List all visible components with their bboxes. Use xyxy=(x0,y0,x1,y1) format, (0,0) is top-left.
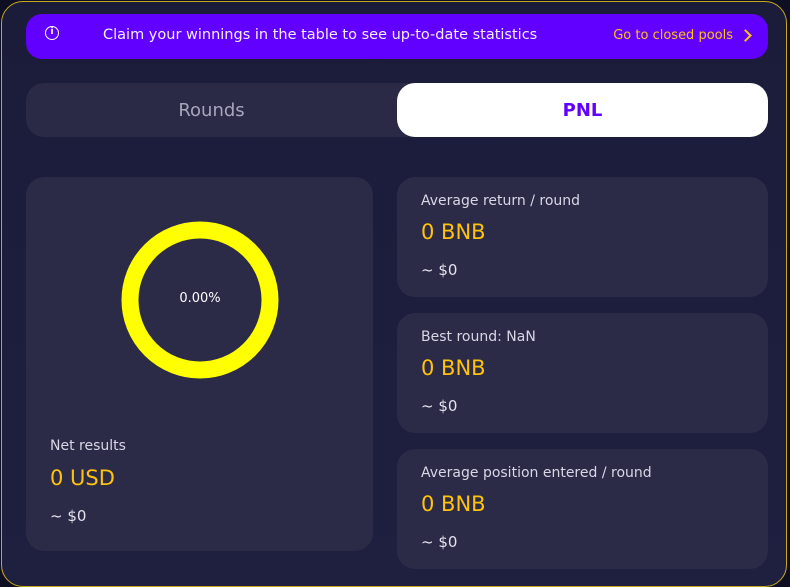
stat-value: 0 BNB xyxy=(421,220,486,244)
stat-value: 0 BNB xyxy=(421,492,486,516)
donut-percent-label: 0.00% xyxy=(179,291,221,306)
net-results-title: Net results xyxy=(50,438,126,454)
info-icon: i xyxy=(45,26,59,40)
stat-usd: ~ $0 xyxy=(421,397,458,415)
tab-rounds[interactable]: Rounds xyxy=(26,83,397,137)
net-results-card: 0.00% Net results 0 USD ~ $0 xyxy=(26,177,373,551)
banner-link-label: Go to closed pools xyxy=(613,28,733,43)
pnl-panel: i Claim your winnings in the table to se… xyxy=(1,1,787,587)
average-position-card: Average position entered / round 0 BNB ~… xyxy=(397,449,768,569)
stat-title: Average position entered / round xyxy=(421,465,652,481)
net-results-value: 0 USD xyxy=(50,466,115,490)
stat-usd: ~ $0 xyxy=(421,533,458,551)
banner-text: Claim your winnings in the table to see … xyxy=(103,27,538,43)
chevron-right-icon xyxy=(739,29,752,42)
stat-value: 0 BNB xyxy=(421,356,486,380)
best-round-card: Best round: NaN 0 BNB ~ $0 xyxy=(397,313,768,433)
stat-usd: ~ $0 xyxy=(421,261,458,279)
net-results-usd: ~ $0 xyxy=(50,507,87,525)
stat-title: Best round: NaN xyxy=(421,329,536,345)
tab-pnl[interactable]: PNL xyxy=(397,83,768,137)
average-return-card: Average return / round 0 BNB ~ $0 xyxy=(397,177,768,297)
info-banner: i Claim your winnings in the table to se… xyxy=(26,14,768,59)
tab-bar: Rounds PNL xyxy=(26,83,768,137)
go-to-closed-pools-link[interactable]: Go to closed pools xyxy=(613,28,752,43)
stat-title: Average return / round xyxy=(421,193,581,209)
